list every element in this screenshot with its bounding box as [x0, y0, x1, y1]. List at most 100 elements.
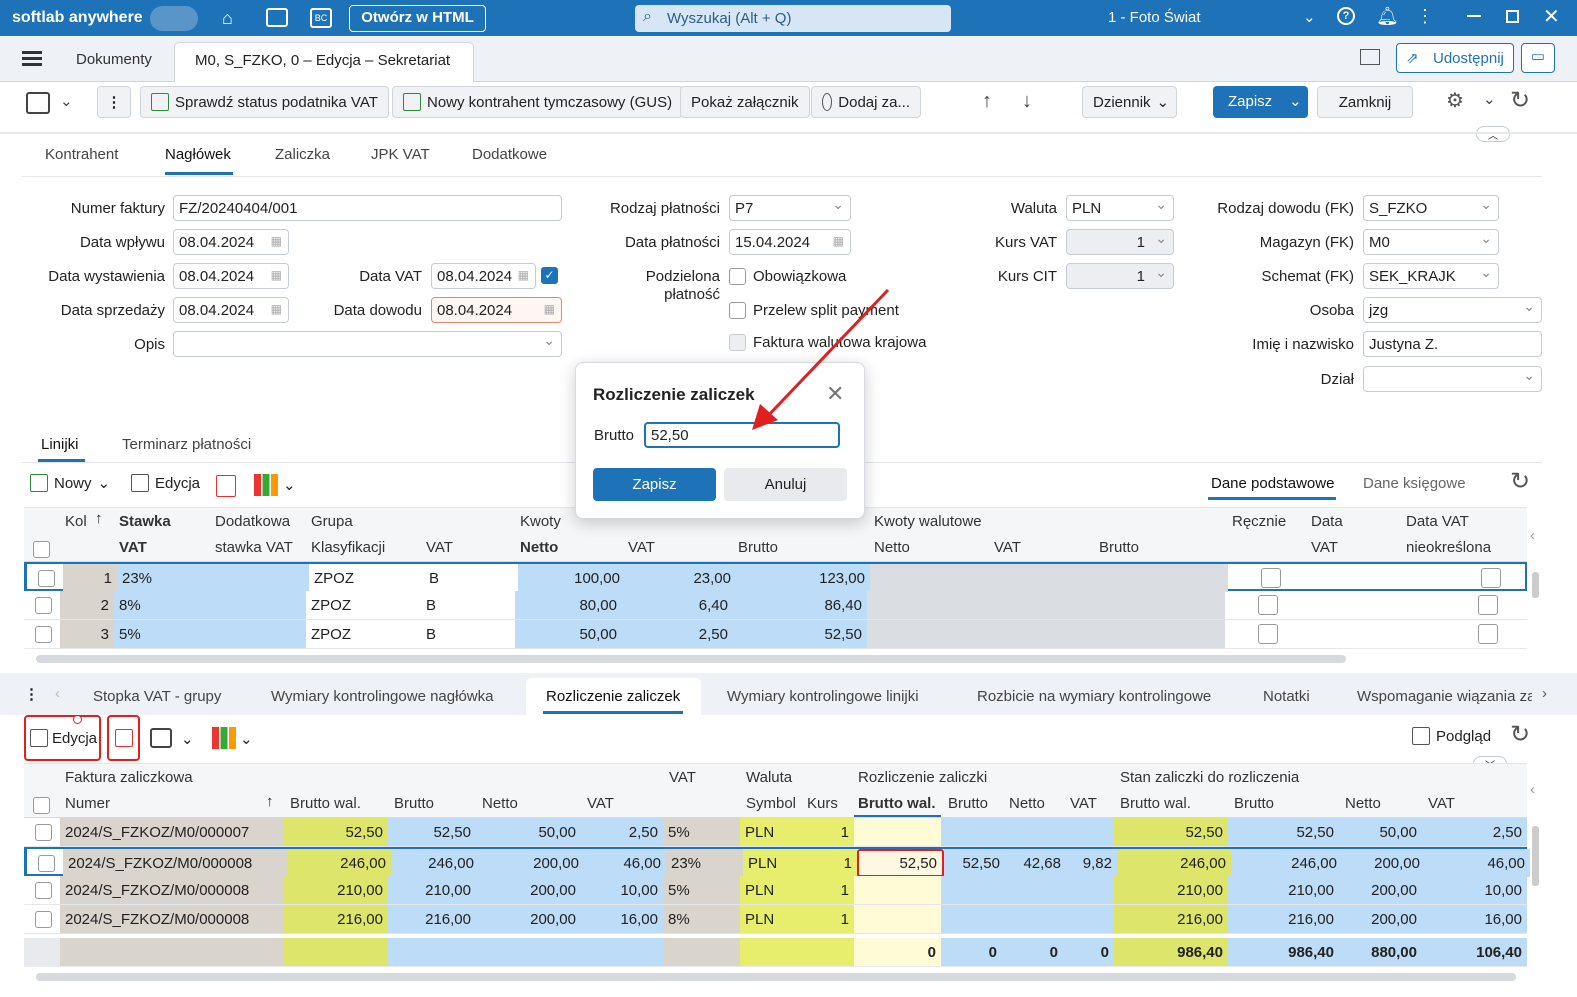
- cell-bw[interactable]: 210,00: [284, 876, 388, 904]
- table-row[interactable]: 2 8% ZPOZ B 80,00 6,40 86,40: [24, 591, 1527, 620]
- cell-gross[interactable]: 86,40: [733, 591, 867, 619]
- edit-line-button[interactable]: Edycja: [131, 474, 200, 492]
- bc-icon[interactable]: BC: [310, 8, 332, 28]
- payment-type-select[interactable]: P7: [729, 195, 851, 221]
- cell-n[interactable]: 50,00: [476, 818, 581, 846]
- cell-sb[interactable]: 216,00: [1228, 905, 1339, 933]
- add-attachment-button[interactable]: Dodaj za...: [811, 86, 921, 118]
- col-header-group-vat[interactable]: VAT: [426, 539, 453, 556]
- cell-tax[interactable]: 2,50: [622, 620, 733, 648]
- more-vertical-icon[interactable]: ⋮: [24, 685, 39, 703]
- cell-empty[interactable]: [867, 591, 1225, 619]
- tab-naglowek[interactable]: Nagłówek: [165, 146, 231, 163]
- close-button[interactable]: Zamknij: [1317, 86, 1413, 118]
- tab-vat-footer[interactable]: Stopka VAT - grupy: [93, 688, 221, 705]
- col-header-dodatkowa[interactable]: Dodatkowa: [215, 513, 290, 530]
- cell-rate[interactable]: 5%: [114, 620, 306, 648]
- cell-sbw[interactable]: 210,00: [1114, 876, 1228, 904]
- new-line-button[interactable]: Nowy ⌄: [30, 474, 110, 492]
- cell-kurs[interactable]: 1: [801, 818, 854, 846]
- cell-gross[interactable]: 52,50: [733, 620, 867, 648]
- cell-rv[interactable]: [1063, 905, 1114, 933]
- scroll-right-icon[interactable]: ›: [1542, 685, 1547, 702]
- col-header-recznie[interactable]: Ręcznie: [1232, 513, 1286, 530]
- tab-lines[interactable]: Linijki: [41, 436, 79, 453]
- row-checkbox[interactable]: [35, 824, 52, 841]
- cell-kurs[interactable]: 1: [801, 905, 854, 933]
- chevron-down-icon[interactable]: ⌄: [1303, 8, 1316, 26]
- cell-num[interactable]: 2024/S_FZKOZ/M0/000008: [60, 876, 284, 904]
- cell-sym[interactable]: PLN: [740, 905, 801, 933]
- table-row[interactable]: 2024/S_FZKOZ/M0/000008 216,00 216,00 200,00…: [24, 905, 1527, 934]
- new-contractor-button[interactable]: Nowy kontrahent tymczasowy (GUS): [392, 86, 684, 118]
- scroll-left-icon[interactable]: ‹: [55, 685, 60, 702]
- currency-select[interactable]: PLN: [1066, 195, 1174, 221]
- tab-accounting-data[interactable]: Dane księgowe: [1363, 475, 1466, 492]
- maximize-icon[interactable]: [1506, 10, 1519, 23]
- col-header-s-netto[interactable]: Netto: [1345, 795, 1381, 812]
- arrow-up-icon[interactable]: ↑: [982, 90, 992, 113]
- invoice-number-input[interactable]: FZ/20240404/001: [173, 195, 562, 221]
- cell-no[interactable]: 2: [60, 591, 114, 619]
- cell-sv[interactable]: 16,00: [1422, 905, 1527, 933]
- table-row[interactable]: 3 5% ZPOZ B 50,00 2,50 52,50: [24, 620, 1527, 649]
- open-html-button[interactable]: Otwórz w HTML: [349, 5, 486, 32]
- select-all-checkbox[interactable]: [33, 797, 50, 814]
- cell-net[interactable]: 100,00: [518, 564, 625, 592]
- horizontal-scrollbar[interactable]: [36, 973, 1516, 981]
- vat-rate-input[interactable]: 1: [1066, 229, 1174, 255]
- col-header-netto[interactable]: Netto: [482, 795, 518, 812]
- cell-b[interactable]: 52,50: [388, 818, 476, 846]
- cell-rn[interactable]: [1002, 876, 1063, 904]
- cell-rate[interactable]: 5%: [663, 818, 740, 846]
- manual-checkbox[interactable]: [1258, 595, 1278, 615]
- cell-rbw[interactable]: [854, 905, 941, 933]
- chart-icon[interactable]: [254, 474, 278, 496]
- col-header-data-vat[interactable]: Data VAT: [1406, 513, 1469, 530]
- search-input[interactable]: ⌕ Wyszukaj (Alt + Q): [635, 5, 951, 32]
- cell-group[interactable]: ZPOZ: [306, 591, 421, 619]
- col-header-s-brutto[interactable]: Brutto: [1234, 795, 1274, 812]
- vertical-scrollbar[interactable]: [1532, 826, 1539, 886]
- cell-empty[interactable]: [260, 818, 284, 846]
- col-header-kurs[interactable]: Kurs: [807, 795, 838, 812]
- full-name-input[interactable]: Justyna Z.: [1363, 331, 1542, 357]
- cell-no[interactable]: 1: [63, 564, 117, 592]
- cell-sb[interactable]: 52,50: [1228, 818, 1339, 846]
- cell-n[interactable]: 200,00: [476, 905, 581, 933]
- row-checkbox[interactable]: [35, 911, 52, 928]
- tab-dimension-breakdown[interactable]: Rozbicie na wymiary kontrolingowe: [977, 688, 1211, 705]
- scroll-left-icon[interactable]: ‹: [1530, 527, 1535, 544]
- person-select[interactable]: jzg: [1363, 297, 1542, 323]
- table-row[interactable]: 1 23% ZPOZ B 100,00 23,00 123,00: [24, 562, 1527, 592]
- col-header-r-brutto-wal[interactable]: Brutto wal.: [858, 795, 936, 812]
- col-header-vat-rate[interactable]: VAT: [669, 769, 696, 786]
- cell-kurs[interactable]: 1: [801, 876, 854, 904]
- col-header-brutto[interactable]: Brutto: [738, 539, 778, 556]
- chevron-down-icon[interactable]: ⌄: [1483, 90, 1496, 108]
- cell-rate[interactable]: 23%: [666, 849, 743, 877]
- more-vertical-icon[interactable]: ⋮: [1416, 6, 1434, 27]
- news-icon[interactable]: [266, 8, 288, 27]
- cell-rv[interactable]: [1063, 876, 1114, 904]
- scroll-left-icon[interactable]: ‹: [1530, 781, 1535, 798]
- col-header-brutto-wal[interactable]: Brutto wal.: [290, 795, 361, 812]
- cell-sv[interactable]: 46,00: [1425, 849, 1530, 877]
- cell-rbw[interactable]: [854, 818, 941, 846]
- row-checkbox[interactable]: [35, 626, 52, 643]
- scheme-select[interactable]: SEK_KRAJK: [1363, 263, 1499, 289]
- cell-bw[interactable]: 246,00: [287, 849, 391, 877]
- save-button[interactable]: Zapisz ⌄: [1213, 86, 1308, 118]
- issue-date-input[interactable]: 08.04.2024: [173, 263, 289, 289]
- cell-n[interactable]: 200,00: [479, 849, 584, 877]
- cell-v[interactable]: 16,00: [581, 905, 663, 933]
- cell-rb[interactable]: [941, 818, 1002, 846]
- cell-group[interactable]: ZPOZ: [306, 620, 421, 648]
- cell-v[interactable]: 2,50: [581, 818, 663, 846]
- show-attachment-button[interactable]: Pokaż załącznik: [680, 86, 810, 118]
- refresh-icon[interactable]: ↻: [1510, 467, 1530, 496]
- tab-zaliczka[interactable]: Zaliczka: [275, 146, 330, 163]
- col-header-symbol[interactable]: Symbol: [746, 795, 796, 812]
- share-button[interactable]: ⇗ Udostępnij: [1396, 43, 1514, 73]
- cell-sym[interactable]: PLN: [740, 818, 801, 846]
